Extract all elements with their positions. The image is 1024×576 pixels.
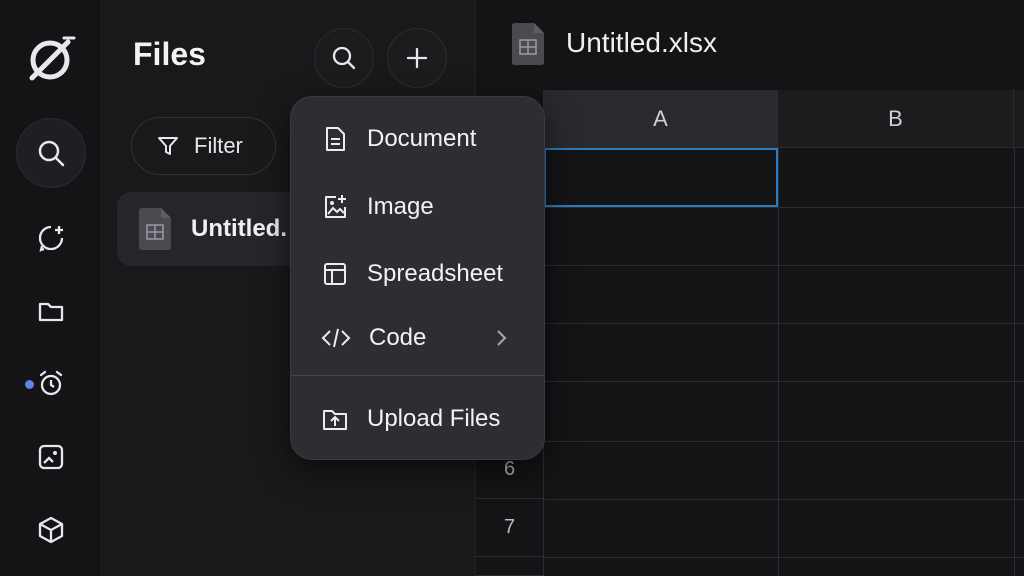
file-name: Untitled. [191, 215, 287, 242]
row-header[interactable] [476, 557, 544, 576]
rail-files-button[interactable] [16, 276, 86, 346]
code-icon [321, 328, 351, 348]
menu-divider [291, 375, 544, 376]
document-title[interactable]: Untitled.xlsx [566, 27, 717, 59]
rail-apps-button[interactable] [16, 495, 86, 565]
table-icon [324, 263, 346, 285]
grid-line [544, 323, 1024, 324]
document-icon [326, 127, 345, 151]
rail-search-button[interactable] [16, 118, 86, 188]
spreadsheet-grid[interactable]: A B 6 7 [476, 90, 1024, 576]
search-icon [332, 46, 356, 70]
row-header-7[interactable]: 7 [476, 499, 544, 557]
grid-line [544, 441, 1024, 442]
alarm-clock-icon [39, 370, 63, 396]
grid-line [544, 499, 1024, 500]
menu-item-upload-files[interactable]: Upload Files [291, 391, 544, 447]
search-icon [38, 140, 65, 167]
menu-item-label: Spreadsheet [367, 260, 504, 287]
page-title: Files [133, 36, 206, 72]
menu-item-spreadsheet[interactable]: Spreadsheet [291, 246, 544, 302]
spreadsheet-file-icon [512, 23, 544, 65]
folder-icon [38, 302, 64, 322]
files-search-button[interactable] [314, 28, 374, 88]
app-logo-icon[interactable] [20, 30, 80, 90]
rail-reminders-button[interactable] [16, 349, 86, 419]
rail-gallery-button[interactable] [16, 422, 86, 492]
filter-label: Filter [194, 133, 243, 158]
plus-icon [406, 47, 428, 69]
chevron-right-icon [497, 330, 507, 346]
left-rail [0, 0, 102, 576]
grid-line [778, 148, 779, 576]
filter-button[interactable]: Filter [131, 117, 276, 175]
editor-topbar: Untitled.xlsx [476, 0, 1024, 90]
image-add-icon [325, 195, 346, 218]
column-header-c[interactable] [1014, 90, 1024, 148]
filter-icon [158, 137, 178, 155]
grid-line [1014, 148, 1015, 576]
photo-card-icon [38, 444, 64, 470]
grid-line [544, 557, 1024, 558]
selected-cell-a1[interactable] [544, 148, 778, 207]
new-item-menu: Document Image Spreadsheet Code Upload F… [290, 96, 545, 460]
upload-folder-icon [323, 410, 347, 430]
column-header-a[interactable]: A [544, 90, 778, 148]
rail-new-chat-button[interactable] [16, 203, 86, 273]
menu-item-image[interactable]: Image [291, 179, 544, 235]
grid-line [544, 381, 1024, 382]
spreadsheet-file-icon [139, 208, 171, 250]
menu-item-label: Upload Files [367, 405, 501, 432]
cube-icon [38, 516, 64, 544]
menu-item-document[interactable]: Document [291, 111, 544, 167]
menu-item-label: Code [369, 324, 427, 351]
menu-item-code[interactable]: Code [291, 310, 544, 366]
chat-add-icon [38, 225, 64, 252]
menu-item-label: Document [367, 125, 477, 152]
grid-line [544, 207, 1024, 208]
grid-line [544, 265, 1024, 266]
menu-item-label: Image [367, 193, 434, 220]
add-file-button[interactable] [387, 28, 447, 88]
column-header-b[interactable]: B [778, 90, 1014, 148]
